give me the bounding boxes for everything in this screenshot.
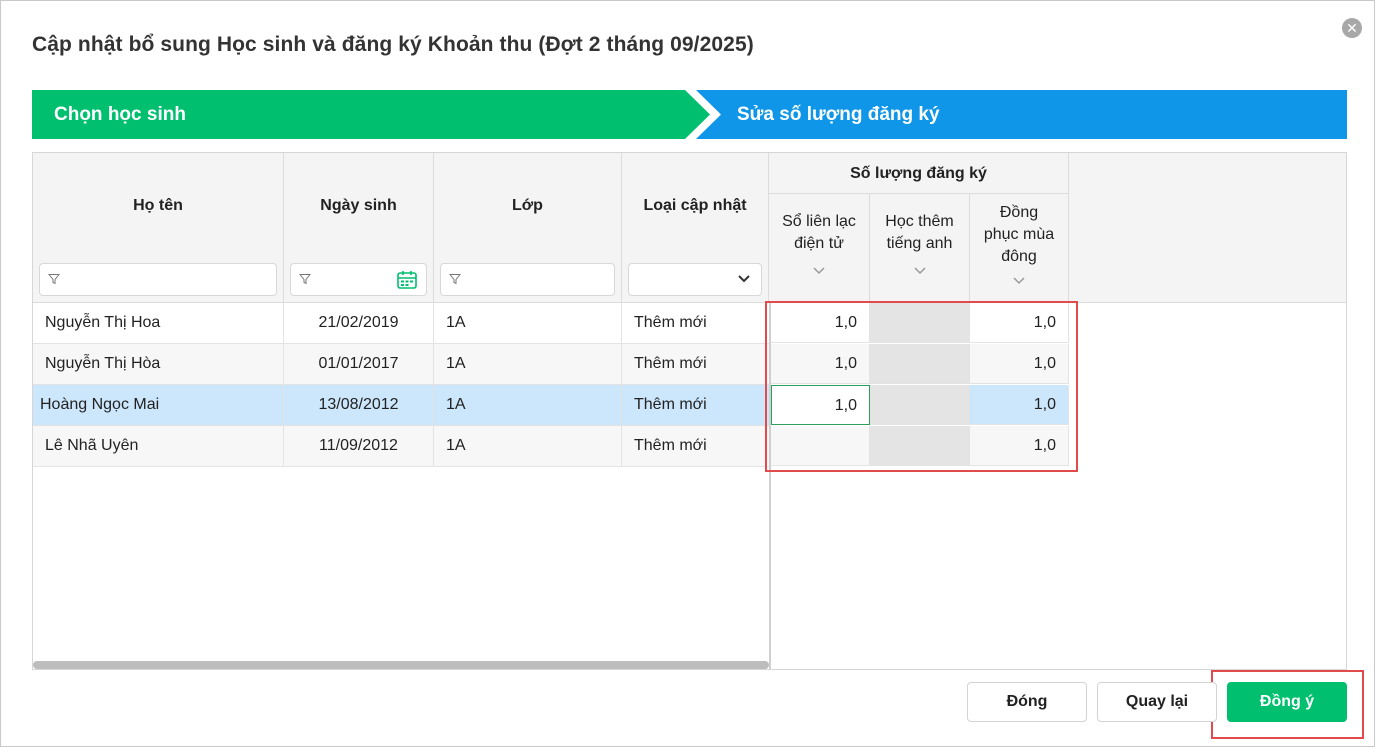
cell-name: Lê Nhã Uyên	[33, 426, 284, 466]
class-filter-input[interactable]	[440, 263, 615, 296]
header-filler	[1069, 153, 1346, 303]
column-header-class: Lớp	[434, 153, 622, 303]
filter-icon	[449, 274, 461, 285]
column-header-winter-uniform: Đồng phục mùa đông	[970, 194, 1069, 303]
column-label-english-2: tiếng anh	[886, 235, 953, 252]
step-edit-quantity[interactable]: Sửa số lượng đăng ký	[696, 90, 1347, 139]
cell-dob: 11/09/2012	[284, 426, 434, 466]
calendar-icon[interactable]	[396, 270, 418, 290]
cell-class: 1A	[434, 303, 622, 343]
cell-dob: 21/02/2019	[284, 303, 434, 343]
table-row[interactable]: Lê Nhã Uyên 11/09/2012 1A Thêm mới	[33, 426, 769, 467]
cell-class: 1A	[434, 385, 622, 425]
column-label-english-1: Học thêm	[885, 213, 954, 230]
column-header-contact-book: Sổ liên lạc điện tử	[769, 194, 870, 303]
chevron-down-icon[interactable]	[812, 266, 826, 275]
horizontal-scrollbar[interactable]	[33, 661, 769, 669]
cell-name: Nguyễn Thị Hòa	[33, 344, 284, 384]
chevron-down-icon[interactable]	[913, 266, 927, 275]
confirm-button[interactable]: Đồng ý	[1227, 682, 1347, 722]
column-label-contact-book-2: điện tử	[794, 235, 844, 252]
table-row-selected[interactable]: Hoàng Ngọc Mai 13/08/2012 1A Thêm mới	[33, 385, 769, 426]
highlight-quantity-cells	[765, 301, 1078, 472]
chevron-down-icon	[738, 275, 750, 283]
cell-update-type: Thêm mới	[634, 437, 707, 454]
column-label-update-type: Loại cập nhật	[643, 197, 747, 214]
wizard-steps: Chọn học sinh Sửa số lượng đăng ký	[32, 90, 1347, 139]
cell-update-type: Thêm mới	[634, 314, 707, 331]
quantity-group-header: Số lượng đăng ký	[769, 153, 1069, 194]
back-button[interactable]: Quay lại	[1097, 682, 1217, 722]
step-select-students[interactable]: Chọn học sinh	[32, 90, 710, 139]
column-label-uniform-2: phục mùa	[983, 226, 1055, 243]
close-icon[interactable]: ✕	[1342, 18, 1362, 38]
cell-dob: 13/08/2012	[284, 385, 434, 425]
column-label-uniform-1: Đồng	[999, 204, 1039, 221]
cell-update-type: Thêm mới	[634, 355, 707, 372]
student-grid: Họ tên Ngày sinh Lớp Loại cập nhật Số lư…	[32, 152, 1347, 670]
filter-icon	[299, 274, 311, 285]
update-type-select[interactable]	[628, 263, 762, 296]
cell-name: Hoàng Ngọc Mai	[33, 385, 284, 425]
table-row[interactable]: Nguyễn Thị Hòa 01/01/2017 1A Thêm mới	[33, 344, 769, 385]
cell-dob: 01/01/2017	[284, 344, 434, 384]
dialog-title: Cập nhật bổ sung Học sinh và đăng ký Kho…	[32, 33, 754, 56]
column-label-contact-book-1: Sổ liên lạc	[782, 213, 856, 230]
cell-class: 1A	[434, 426, 622, 466]
close-button[interactable]: Đóng	[967, 682, 1087, 722]
filter-icon	[48, 274, 60, 285]
column-header-dob: Ngày sinh	[284, 153, 434, 303]
cell-update-type: Thêm mới	[634, 396, 707, 413]
cell-class: 1A	[434, 344, 622, 384]
table-row[interactable]: Nguyễn Thị Hoa 21/02/2019 1A Thêm mới	[33, 303, 769, 344]
column-header-name: Họ tên	[33, 153, 284, 303]
update-dialog: Cập nhật bổ sung Học sinh và đăng ký Kho…	[0, 0, 1375, 747]
dob-filter-input[interactable]	[290, 263, 427, 296]
chevron-down-icon[interactable]	[1012, 276, 1026, 285]
column-label-dob: Ngày sinh	[320, 197, 397, 214]
column-label-name: Họ tên	[133, 197, 183, 214]
name-filter-input[interactable]	[39, 263, 277, 296]
cell-name: Nguyễn Thị Hoa	[33, 303, 284, 343]
column-header-english: Học thêm tiếng anh	[870, 194, 970, 303]
column-header-update-type: Loại cập nhật	[622, 153, 769, 303]
column-label-class: Lớp	[512, 197, 543, 214]
column-label-uniform-3: đông	[1001, 248, 1037, 265]
